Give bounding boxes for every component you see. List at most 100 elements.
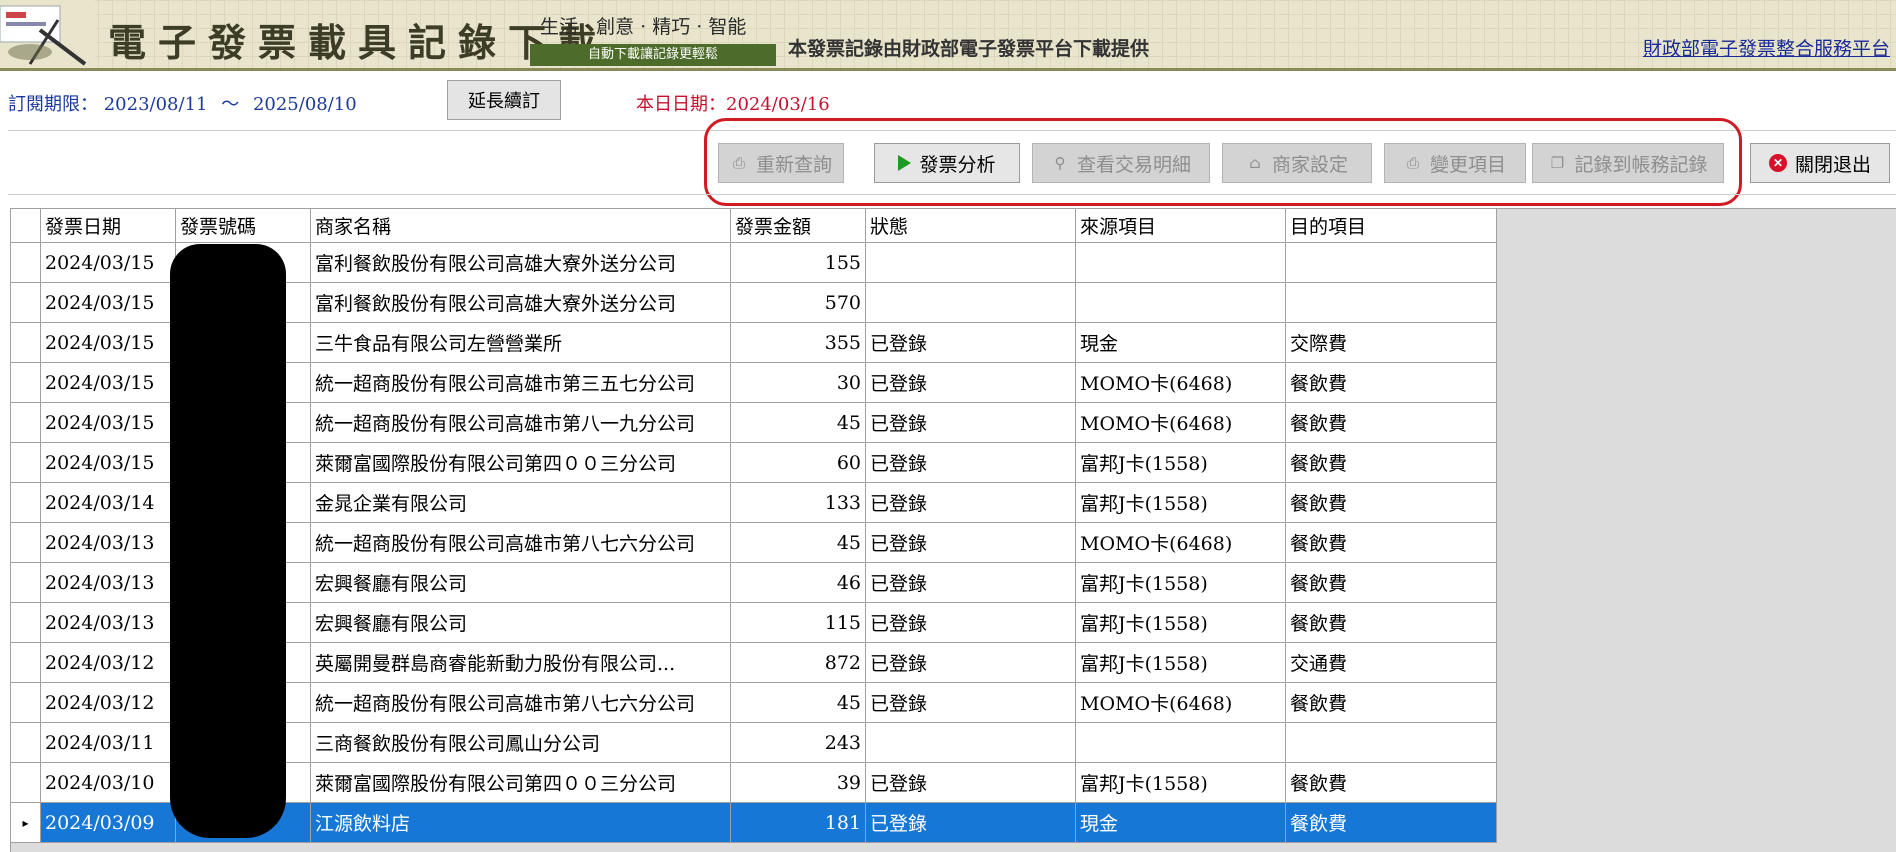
cell-source[interactable]: 富邦J卡(1558)	[1075, 602, 1286, 643]
cell-amount[interactable]: 133	[730, 482, 866, 523]
cell-date[interactable]: 2024/03/12	[40, 642, 176, 683]
mof-platform-link[interactable]: 財政部電子發票整合服務平台	[1643, 34, 1890, 61]
cell-target[interactable]: 餐飲費	[1285, 482, 1497, 523]
cell-status[interactable]: 已登錄	[865, 602, 1076, 643]
cell-source[interactable]	[1075, 242, 1286, 283]
row-header[interactable]	[10, 562, 41, 603]
cell-target[interactable]: 餐飲費	[1285, 802, 1497, 843]
cell-source[interactable]: MOMO卡(6468)	[1075, 522, 1286, 563]
cell-merchant[interactable]: 統一超商股份有限公司高雄市第八七六分公司	[310, 522, 731, 563]
row-header[interactable]	[10, 722, 41, 763]
cell-status[interactable]	[865, 242, 1076, 283]
cell-source[interactable]	[1075, 282, 1286, 323]
cell-amount[interactable]: 45	[730, 522, 866, 563]
cell-status[interactable]: 已登錄	[865, 402, 1076, 443]
cell-amount[interactable]: 30	[730, 362, 866, 403]
row-header[interactable]	[10, 482, 41, 523]
cell-status[interactable]: 已登錄	[865, 642, 1076, 683]
cell-amount[interactable]: 570	[730, 282, 866, 323]
cell-target[interactable]: 餐飲費	[1285, 762, 1497, 803]
cell-target[interactable]	[1285, 722, 1497, 763]
cell-status[interactable]: 已登錄	[865, 482, 1076, 523]
cell-date[interactable]: 2024/03/10	[40, 762, 176, 803]
cell-target[interactable]: 餐飲費	[1285, 682, 1497, 723]
cell-date[interactable]: 2024/03/15	[40, 282, 176, 323]
cell-status[interactable]: 已登錄	[865, 322, 1076, 363]
cell-merchant[interactable]: 英屬開曼群島商睿能新動力股份有限公司...	[310, 642, 731, 683]
cell-amount[interactable]: 45	[730, 402, 866, 443]
cell-amount[interactable]: 243	[730, 722, 866, 763]
row-header[interactable]	[10, 282, 41, 323]
cell-merchant[interactable]: 統一超商股份有限公司高雄市第八七六分公司	[310, 682, 731, 723]
row-header[interactable]	[10, 522, 41, 563]
cell-date[interactable]: 2024/03/11	[40, 722, 176, 763]
extend-subscription-button[interactable]: 延長續訂	[447, 80, 561, 120]
cell-target[interactable]: 餐飲費	[1285, 522, 1497, 563]
cell-merchant[interactable]: 三牛食品有限公司左營營業所	[310, 322, 731, 363]
cell-date[interactable]: 2024/03/13	[40, 602, 176, 643]
cell-target[interactable]: 餐飲費	[1285, 442, 1497, 483]
cell-date[interactable]: 2024/03/15	[40, 322, 176, 363]
row-header[interactable]	[10, 242, 41, 283]
cell-source[interactable]: 富邦J卡(1558)	[1075, 442, 1286, 483]
cell-status[interactable]: 已登錄	[865, 522, 1076, 563]
cell-amount[interactable]: 872	[730, 642, 866, 683]
cell-merchant[interactable]: 宏興餐廳有限公司	[310, 602, 731, 643]
cell-source[interactable]: 現金	[1075, 802, 1286, 843]
row-header[interactable]	[10, 322, 41, 363]
cell-merchant[interactable]: 宏興餐廳有限公司	[310, 562, 731, 603]
requery-button[interactable]: ⎙ 重新查詢	[718, 143, 844, 183]
invoice-analysis-button[interactable]: 發票分析	[874, 143, 1020, 183]
row-header[interactable]	[10, 762, 41, 803]
change-items-button[interactable]: ⎙ 變更項目	[1384, 143, 1526, 183]
column-header-target[interactable]: 目的項目	[1285, 208, 1497, 243]
cell-merchant[interactable]: 金晁企業有限公司	[310, 482, 731, 523]
cell-date[interactable]: 2024/03/15	[40, 442, 176, 483]
close-exit-button[interactable]: ✕ 關閉退出	[1750, 143, 1890, 183]
row-header[interactable]	[10, 402, 41, 443]
column-header-amount[interactable]: 發票金額	[730, 208, 866, 243]
cell-status[interactable]: 已登錄	[865, 682, 1076, 723]
cell-source[interactable]: MOMO卡(6468)	[1075, 362, 1286, 403]
cell-source[interactable]: 富邦J卡(1558)	[1075, 762, 1286, 803]
cell-date[interactable]: 2024/03/15	[40, 362, 176, 403]
row-header[interactable]: ▸	[10, 802, 41, 843]
row-header[interactable]	[10, 442, 41, 483]
cell-source[interactable]: 富邦J卡(1558)	[1075, 482, 1286, 523]
cell-merchant[interactable]: 富利餐飲股份有限公司高雄大寮外送分公司	[310, 242, 731, 283]
cell-date[interactable]: 2024/03/13	[40, 522, 176, 563]
cell-status[interactable]: 已登錄	[865, 802, 1076, 843]
cell-source[interactable]: MOMO卡(6468)	[1075, 402, 1286, 443]
cell-merchant[interactable]: 萊爾富國際股份有限公司第四００三分公司	[310, 442, 731, 483]
cell-amount[interactable]: 60	[730, 442, 866, 483]
column-header-date[interactable]: 發票日期	[40, 208, 176, 243]
cell-date[interactable]: 2024/03/09	[40, 802, 176, 843]
row-header[interactable]	[10, 362, 41, 403]
view-transaction-details-button[interactable]: ⚲ 查看交易明細	[1032, 143, 1210, 183]
cell-target[interactable]: 餐飲費	[1285, 602, 1497, 643]
cell-status[interactable]	[865, 722, 1076, 763]
column-header-merchant[interactable]: 商家名稱	[310, 208, 731, 243]
cell-merchant[interactable]: 江源飲料店	[310, 802, 731, 843]
cell-amount[interactable]: 46	[730, 562, 866, 603]
cell-source[interactable]: 富邦J卡(1558)	[1075, 642, 1286, 683]
row-header[interactable]	[10, 682, 41, 723]
cell-date[interactable]: 2024/03/14	[40, 482, 176, 523]
cell-merchant[interactable]: 萊爾富國際股份有限公司第四００三分公司	[310, 762, 731, 803]
cell-merchant[interactable]: 富利餐飲股份有限公司高雄大寮外送分公司	[310, 282, 731, 323]
cell-merchant[interactable]: 統一超商股份有限公司高雄市第八一九分公司	[310, 402, 731, 443]
cell-merchant[interactable]: 統一超商股份有限公司高雄市第三五七分公司	[310, 362, 731, 403]
cell-date[interactable]: 2024/03/15	[40, 242, 176, 283]
cell-target[interactable]: 餐飲費	[1285, 402, 1497, 443]
cell-target[interactable]: 餐飲費	[1285, 562, 1497, 603]
column-header-status[interactable]: 狀態	[865, 208, 1076, 243]
cell-source[interactable]	[1075, 722, 1286, 763]
cell-target[interactable]: 交際費	[1285, 322, 1497, 363]
cell-status[interactable]: 已登錄	[865, 562, 1076, 603]
column-header-number[interactable]: 發票號碼	[175, 208, 311, 243]
cell-target[interactable]: 餐飲費	[1285, 362, 1497, 403]
cell-status[interactable]: 已登錄	[865, 362, 1076, 403]
cell-date[interactable]: 2024/03/13	[40, 562, 176, 603]
cell-amount[interactable]: 181	[730, 802, 866, 843]
cell-status[interactable]: 已登錄	[865, 762, 1076, 803]
